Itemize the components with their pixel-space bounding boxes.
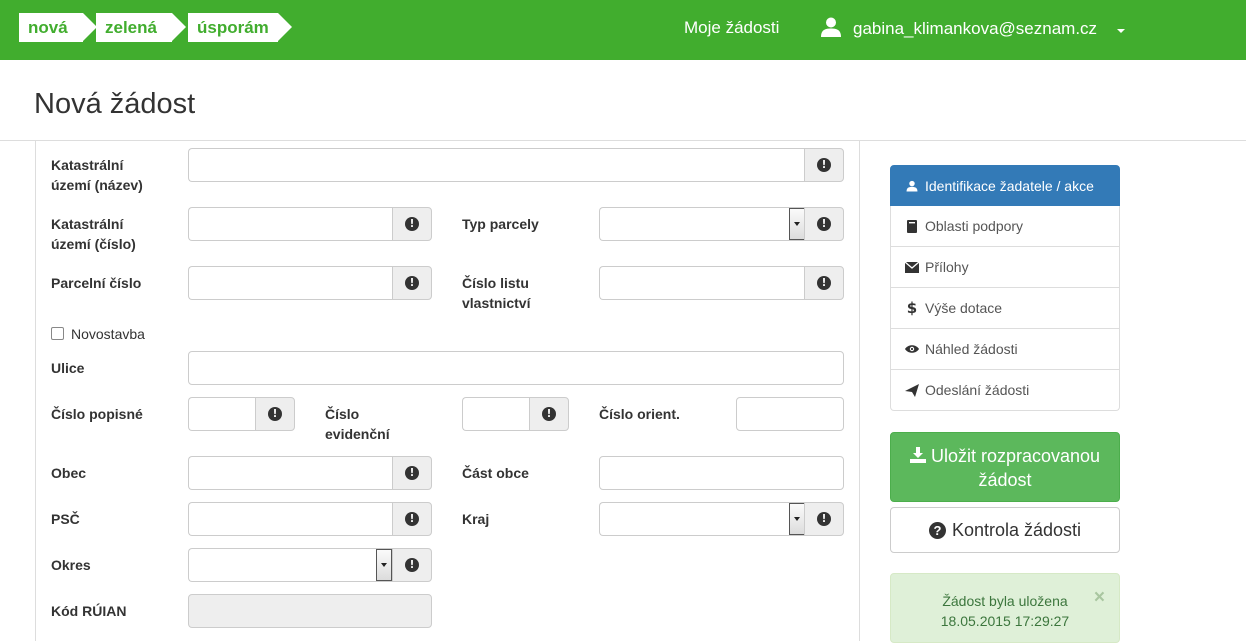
side-navigation: Identifikace žadatele / akce Oblasti pod… [890, 165, 1120, 411]
dollar-icon: $ [906, 299, 918, 317]
novostavba-label: Novostavba [71, 326, 145, 342]
caret-down-icon [1117, 29, 1125, 33]
cislo-listu-vlastnictvi-input[interactable] [599, 266, 805, 300]
info-addon[interactable]: ! [392, 456, 432, 490]
info-icon: ! [542, 407, 556, 421]
sidebar-item-vyse-dotace[interactable]: $ Výše dotace [890, 288, 1120, 329]
label-typ-parcely: Typ parcely [462, 216, 539, 232]
info-addon[interactable]: ! [804, 207, 844, 241]
sidebar-item-oblasti-podpory[interactable]: Oblasti podpory [890, 206, 1120, 247]
label-ulice: Ulice [51, 360, 85, 376]
top-navbar: nová zelená úsporám Moje žádosti gabina_… [0, 0, 1246, 60]
user-email: gabina_klimankova@seznam.cz [853, 19, 1098, 38]
label-obec: Obec [51, 465, 87, 481]
info-addon[interactable]: ! [392, 548, 432, 582]
okres-select[interactable] [188, 548, 392, 582]
logo-nova[interactable]: nová [19, 13, 97, 42]
eye-icon [905, 344, 919, 354]
info-addon[interactable]: ! [392, 207, 432, 241]
obec-input[interactable] [188, 456, 392, 490]
envelope-icon [905, 261, 919, 273]
sidebar-item-odeslani[interactable]: Odeslání žádosti [890, 370, 1120, 411]
info-icon: ! [405, 276, 419, 290]
info-icon: ! [817, 158, 831, 172]
info-icon: ! [405, 466, 419, 480]
info-addon[interactable]: ! [804, 502, 844, 536]
select-arrow-icon[interactable] [376, 549, 392, 581]
page-header: Nová žádost [0, 60, 1246, 141]
label-parcelni-cislo: Parcelní číslo [51, 275, 142, 291]
user-icon [905, 180, 919, 192]
page-title: Nová žádost [34, 88, 196, 120]
info-icon: ! [405, 558, 419, 572]
label-okres: Okres [51, 557, 91, 573]
label-psc: PSČ [51, 511, 80, 527]
logo-zelena[interactable]: zelená [96, 13, 186, 42]
label-katastralni-uzemi-nazev: Katastrální území (název) [51, 157, 143, 193]
select-arrow-icon[interactable] [789, 503, 805, 535]
logo-usporam[interactable]: úsporám [188, 13, 292, 42]
label-cislo-orient: Číslo orient. [599, 406, 680, 422]
info-addon[interactable]: ! [392, 502, 432, 536]
info-addon[interactable]: ! [804, 148, 844, 182]
ulice-input[interactable] [188, 351, 844, 385]
kraj-select[interactable] [599, 502, 805, 536]
label-katastralni-uzemi-cislo: Katastrální území (číslo) [51, 216, 136, 252]
cislo-popisne-input[interactable] [188, 397, 256, 431]
novostavba-checkbox[interactable] [51, 327, 64, 340]
kod-ruian-input [188, 594, 432, 628]
label-cislo-listu-vlastnictvi: Číslo listu vlastnictví [462, 275, 531, 311]
send-icon [905, 383, 919, 397]
info-addon[interactable]: ! [529, 397, 569, 431]
question-icon: ? [928, 521, 946, 539]
check-request-button[interactable]: ? Kontrola žádosti [890, 507, 1120, 553]
info-icon: ! [817, 276, 831, 290]
katastralni-uzemi-nazev-input[interactable] [188, 148, 805, 182]
close-icon[interactable]: × [1094, 588, 1105, 608]
label-cislo-popisne: Číslo popisné [51, 406, 143, 422]
label-kod-ruian: Kód RÚIAN [51, 603, 127, 619]
parcelni-cislo-input[interactable] [188, 266, 392, 300]
select-arrow-icon[interactable] [789, 208, 805, 240]
label-cast-obce: Část obce [462, 465, 529, 481]
book-icon [905, 219, 919, 233]
cislo-orient-input[interactable] [736, 397, 844, 431]
psc-input[interactable] [188, 502, 392, 536]
info-addon[interactable]: ! [255, 397, 295, 431]
sidebar-item-nahled[interactable]: Náhled žádosti [890, 329, 1120, 370]
user-icon [821, 17, 841, 37]
save-draft-button[interactable]: Uložit rozpracovanou žádost [890, 432, 1120, 502]
info-icon: ! [268, 407, 282, 421]
typ-parcely-select[interactable] [599, 207, 805, 241]
katastralni-uzemi-cislo-input[interactable] [188, 207, 392, 241]
sidebar-item-prilohy[interactable]: Přílohy [890, 247, 1120, 288]
download-icon [909, 447, 926, 463]
info-icon: ! [817, 217, 831, 231]
info-icon: ! [405, 512, 419, 526]
cast-obce-input[interactable] [599, 456, 844, 490]
info-addon[interactable]: ! [392, 266, 432, 300]
saved-alert: × Žádost byla uložena 18.05.2015 17:29:2… [890, 573, 1120, 643]
sidebar-item-identifikace[interactable]: Identifikace žadatele / akce [890, 165, 1120, 206]
cislo-evidencni-input[interactable] [462, 397, 530, 431]
nav-my-requests[interactable]: Moje žádosti [684, 17, 779, 39]
info-icon: ! [817, 512, 831, 526]
info-icon: ! [405, 217, 419, 231]
label-kraj: Kraj [462, 511, 490, 527]
label-cislo-evidencni: Číslo evidenční [325, 406, 390, 442]
info-addon[interactable]: ! [804, 266, 844, 300]
